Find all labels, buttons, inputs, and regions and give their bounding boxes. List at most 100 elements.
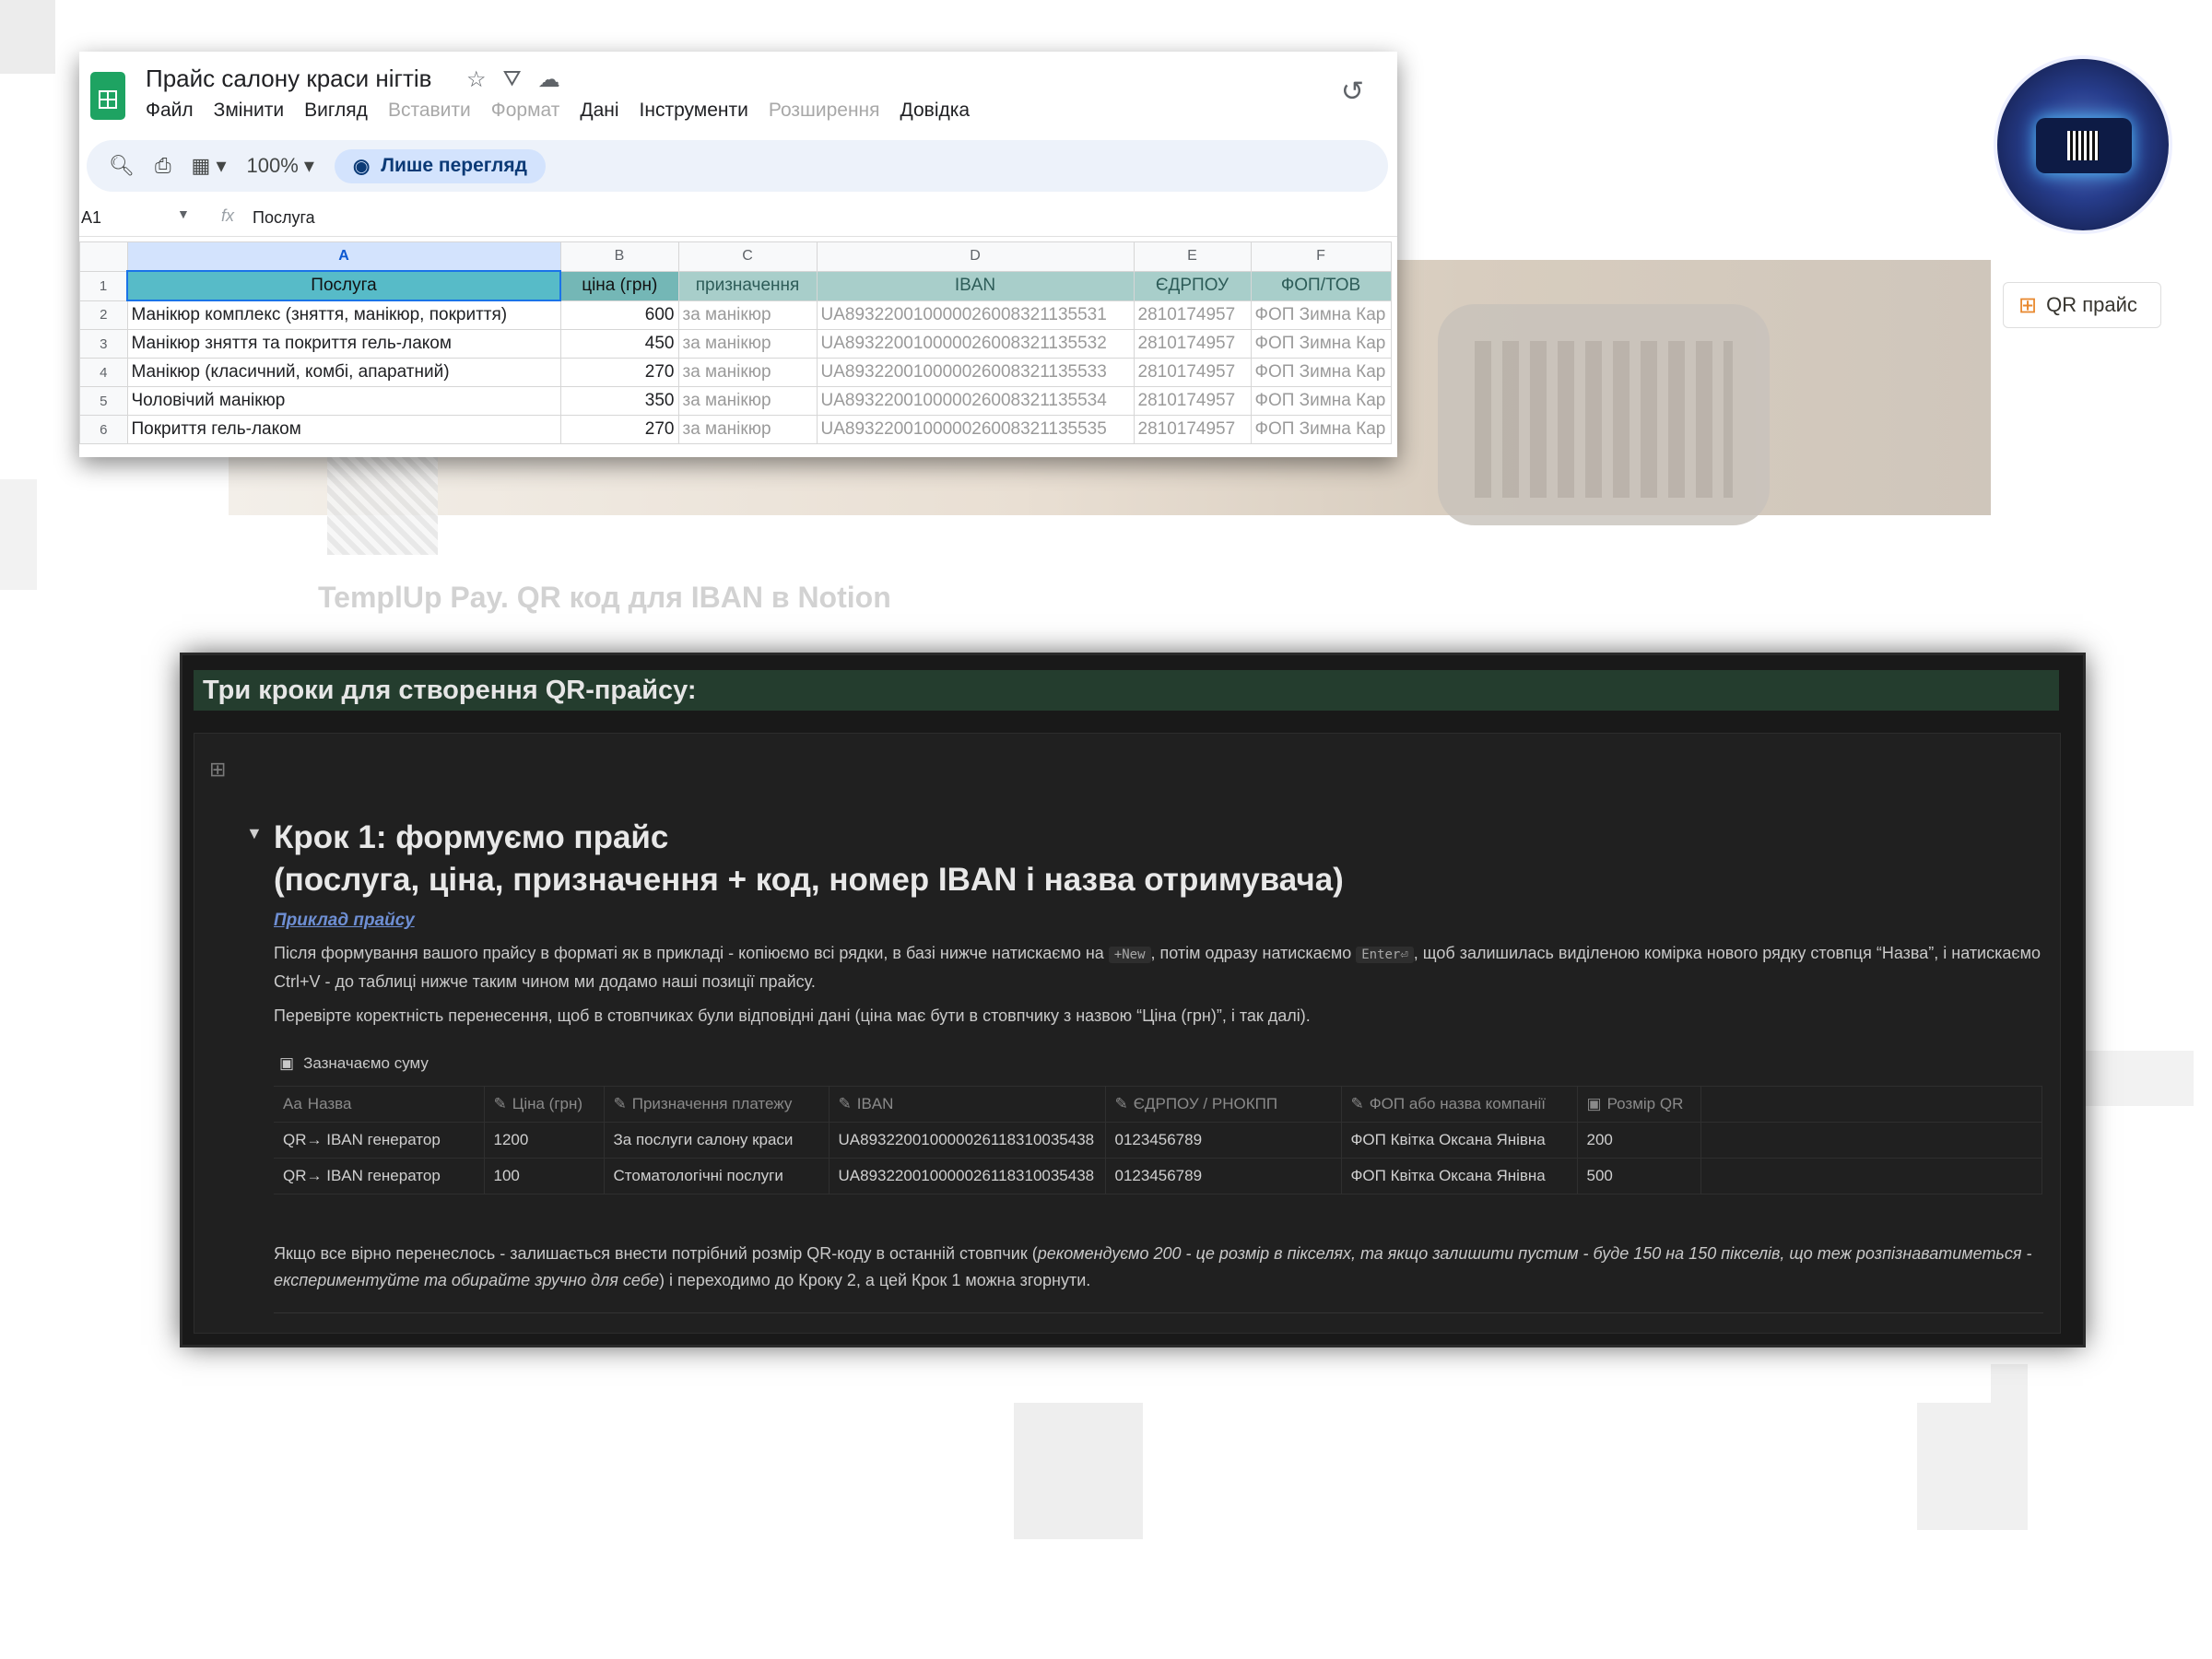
database-column-header[interactable]: ✎ IBAN xyxy=(829,1086,1106,1123)
row-header[interactable]: 4 xyxy=(79,358,128,387)
menu-item[interactable]: Дані xyxy=(580,100,618,122)
database-cell[interactable]: QR→ IBAN генератор xyxy=(274,1158,485,1194)
database-cell[interactable]: 200 xyxy=(1577,1122,1701,1159)
cell[interactable]: 450 xyxy=(559,329,679,359)
row-header[interactable]: 1 xyxy=(79,270,128,301)
cell[interactable]: UA893220010000026008321135535 xyxy=(816,415,1135,444)
view-only-button[interactable]: ◉ Лише перегляд xyxy=(334,148,546,183)
database-title[interactable]: ▣ Зазначаємо суму xyxy=(279,1054,429,1073)
star-icon[interactable]: ☆ xyxy=(466,66,487,93)
menu-item[interactable]: Змінити xyxy=(214,100,284,122)
drive-move-icon[interactable]: ⛛ xyxy=(503,66,522,93)
database-cell[interactable]: 1200 xyxy=(484,1122,605,1159)
row-header[interactable]: 2 xyxy=(79,300,128,330)
cell[interactable]: за манікюр xyxy=(677,358,818,387)
cell-header[interactable]: призначення xyxy=(677,270,818,301)
cell-header[interactable]: ФОП/ТОВ xyxy=(1250,270,1392,301)
paint-format-icon[interactable]: ▦ ▾ xyxy=(192,154,227,178)
cell[interactable]: 270 xyxy=(559,358,679,387)
name-box[interactable]: A1 xyxy=(81,208,101,228)
database-cell[interactable]: 100 xyxy=(484,1158,605,1194)
cell[interactable]: 350 xyxy=(559,386,679,416)
column-header[interactable]: F xyxy=(1250,241,1392,272)
cell[interactable]: Покриття гель-лаком xyxy=(126,415,561,444)
document-title[interactable]: Прайс салону краси нігтів xyxy=(146,65,431,93)
column-header[interactable]: A xyxy=(126,241,561,272)
menu-item[interactable]: Довідка xyxy=(900,100,971,122)
menu-item[interactable]: Файл xyxy=(146,100,194,122)
cell[interactable]: за манікюр xyxy=(677,329,818,359)
cell[interactable]: ФОП Зимна Кар xyxy=(1250,386,1392,416)
database-column-header[interactable]: ▣ Розмір QR xyxy=(1577,1086,1701,1123)
cell[interactable]: Чоловічий манікюр xyxy=(126,386,561,416)
page-icon-qr[interactable] xyxy=(327,453,438,555)
toggle-triangle-icon[interactable]: ▼ xyxy=(246,824,263,843)
formula-input[interactable]: Послуга xyxy=(253,208,315,228)
cell[interactable]: за манікюр xyxy=(677,386,818,416)
select-all-corner[interactable] xyxy=(79,241,128,272)
cell-header[interactable]: ціна (грн) xyxy=(559,270,679,301)
menu-item[interactable]: Розширення xyxy=(769,100,880,122)
table-row[interactable]: QR→ IBAN генератор 100 Стоматологічні посл… xyxy=(274,1158,2042,1194)
zoom-select[interactable]: 100% ▾ xyxy=(247,154,314,178)
cell-header[interactable]: IBAN xyxy=(816,270,1135,301)
database-column-header[interactable]: ✎ Призначення платежу xyxy=(604,1086,830,1123)
example-price-link[interactable]: Приклад прайсу xyxy=(274,911,415,931)
database-cell[interactable]: 0123456789 xyxy=(1105,1122,1342,1159)
row-header[interactable]: 6 xyxy=(79,415,128,444)
cell[interactable]: ФОП Зимна Кар xyxy=(1250,300,1392,330)
menu-item[interactable]: Вигляд xyxy=(304,100,368,122)
chevron-down-icon[interactable]: ▼ xyxy=(177,206,190,221)
cell[interactable]: UA893220010000026008321135534 xyxy=(816,386,1135,416)
history-icon[interactable]: ↺ xyxy=(1341,76,1364,108)
column-header[interactable]: C xyxy=(677,241,818,272)
database-cell[interactable]: ФОП Квітка Оксана Янівна xyxy=(1341,1158,1578,1194)
database-cell[interactable]: ФОП Квітка Оксана Янівна xyxy=(1341,1122,1578,1159)
database-cell[interactable]: QR→ IBAN генератор xyxy=(274,1122,485,1159)
database-column-header[interactable]: ✎ Ціна (грн) xyxy=(484,1086,605,1123)
menu-item[interactable]: Інструменти xyxy=(640,100,748,122)
database-cell[interactable]: Стоматологічні послуги xyxy=(604,1158,830,1194)
cell[interactable]: за манікюр xyxy=(677,415,818,444)
cell[interactable]: 2810174957 xyxy=(1133,415,1252,444)
sheets-logo-icon[interactable] xyxy=(90,72,125,120)
search-icon[interactable]: 🔍︎ xyxy=(109,154,135,178)
cell[interactable]: UA893220010000026008321135532 xyxy=(816,329,1135,359)
cell[interactable]: 270 xyxy=(559,415,679,444)
cell[interactable]: UA893220010000026008321135533 xyxy=(816,358,1135,387)
qr-price-button[interactable]: ⊞ QR прайс xyxy=(2003,282,2161,328)
database-column-header[interactable]: Aa Назва xyxy=(274,1086,485,1123)
cell-header[interactable]: Послуга xyxy=(126,270,561,301)
database-cell[interactable]: 500 xyxy=(1577,1158,1701,1194)
database-column-header[interactable]: ✎ ФОП або назва компанії xyxy=(1341,1086,1578,1123)
cell[interactable]: Манікюр комплекс (зняття, манікюр, покри… xyxy=(126,300,561,330)
database-cell[interactable]: За послуги салону краси xyxy=(604,1122,830,1159)
database-column-header[interactable]: ✎ ЄДРПОУ / РНОКПП xyxy=(1105,1086,1342,1123)
menu-item[interactable]: Вставити xyxy=(388,100,471,122)
cell[interactable]: ФОП Зимна Кар xyxy=(1250,358,1392,387)
cell[interactable]: 2810174957 xyxy=(1133,386,1252,416)
cell[interactable]: ФОП Зимна Кар xyxy=(1250,329,1392,359)
column-header[interactable]: E xyxy=(1133,241,1252,272)
column-header[interactable]: D xyxy=(816,241,1135,272)
cell[interactable]: 600 xyxy=(559,300,679,330)
cell[interactable]: 2810174957 xyxy=(1133,300,1252,330)
cell[interactable]: ФОП Зимна Кар xyxy=(1250,415,1392,444)
row-header[interactable]: 5 xyxy=(79,386,128,416)
cell[interactable]: Манікюр зняття та покриття гель-лаком xyxy=(126,329,561,359)
menu-item[interactable]: Формат xyxy=(491,100,560,122)
print-icon[interactable]: ⎙ xyxy=(155,154,171,178)
table-row[interactable]: QR→ IBAN генератор 1200 За послуги салону … xyxy=(274,1122,2042,1159)
database-cell[interactable]: 0123456789 xyxy=(1105,1158,1342,1194)
cell-header[interactable]: ЄДРПОУ xyxy=(1133,270,1252,301)
cell[interactable]: Манікюр (класичний, комбі, апаратний) xyxy=(126,358,561,387)
column-header[interactable]: B xyxy=(559,241,679,272)
cell[interactable]: за манікюр xyxy=(677,300,818,330)
cloud-icon[interactable]: ☁ xyxy=(538,66,560,93)
database-cell[interactable]: UA893220010000026118310035438 xyxy=(829,1158,1106,1194)
cell[interactable]: 2810174957 xyxy=(1133,329,1252,359)
cell[interactable]: UA893220010000026008321135531 xyxy=(816,300,1135,330)
row-header[interactable]: 3 xyxy=(79,329,128,359)
cell[interactable]: 2810174957 xyxy=(1133,358,1252,387)
database-cell[interactable]: UA893220010000026118310035438 xyxy=(829,1122,1106,1159)
